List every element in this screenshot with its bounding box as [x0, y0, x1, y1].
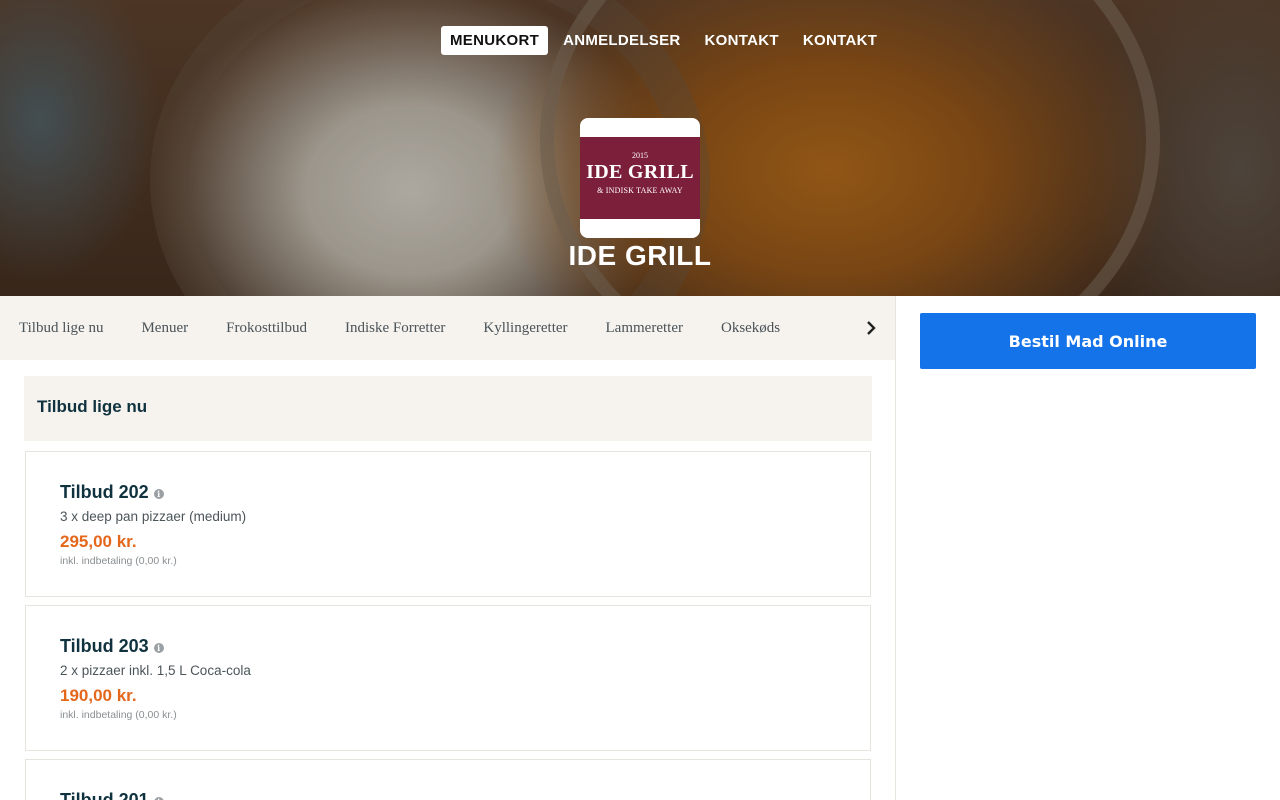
info-icon[interactable]: i	[153, 643, 164, 653]
restaurant-logo: 2015 IDE GRILL & INDISK TAKE AWAY	[580, 118, 700, 238]
nav-link-menukort[interactable]: MENUKORT	[441, 26, 549, 55]
menu-item-price: 295,00 kr.	[60, 532, 137, 551]
category-bar: Tilbud lige nu Menuer Frokosttilbud Indi…	[0, 296, 895, 360]
menu-item[interactable]: Tilbud 202 i 3 x deep pan pizzaer (mediu…	[25, 451, 871, 597]
category-lammeretter[interactable]: Lammeretter	[606, 320, 683, 337]
menu-item-description: 3 x deep pan pizzaer (medium)	[60, 509, 247, 524]
category-frokosttilbud[interactable]: Frokosttilbud	[226, 320, 307, 337]
hero-banner: MENUKORT ANMELDELSER KONTAKT KONTAKT 201…	[0, 0, 1280, 296]
menu-item-description: 2 x pizzaer inkl. 1,5 L Coca-cola	[60, 663, 251, 678]
category-tilbud[interactable]: Tilbud lige nu	[19, 320, 103, 337]
nav-link-anmeldelser[interactable]: ANMELDELSER	[554, 26, 689, 55]
logo-band: 2015 IDE GRILL & INDISK TAKE AWAY	[580, 137, 700, 219]
menu-item-deposit: inkl. indbetaling (0,00 kr.)	[60, 709, 177, 721]
info-icon[interactable]: i	[153, 489, 164, 499]
menu-item[interactable]: Tilbud 203 i 2 x pizzaer inkl. 1,5 L Coc…	[25, 605, 871, 751]
category-scroll-right-button[interactable]	[837, 296, 895, 360]
category-oksekoeds[interactable]: Oksekøds	[721, 320, 780, 337]
chevron-right-icon	[867, 321, 876, 335]
column-divider	[895, 296, 896, 800]
menu-item-price: 190,00 kr.	[60, 686, 137, 705]
nav-link-kontakt[interactable]: KONTAKT	[696, 26, 788, 55]
category-menuer[interactable]: Menuer	[141, 320, 188, 337]
logo-subtitle: & INDISK TAKE AWAY	[597, 186, 683, 195]
menu-item-name-text: Tilbud 203	[60, 636, 149, 656]
menu-item-name: Tilbud 203 i	[60, 636, 164, 657]
menu-item-name-text: Tilbud 201	[60, 790, 149, 800]
menu-item-name: Tilbud 201 i	[60, 790, 164, 800]
logo-year: 2015	[632, 151, 648, 160]
top-nav: MENUKORT ANMELDELSER KONTAKT KONTAKT	[441, 26, 892, 55]
restaurant-title: IDE GRILL	[568, 240, 712, 271]
category-kyllingeretter[interactable]: Kyllingeretter	[483, 320, 567, 337]
menu-item-deposit: inkl. indbetaling (0,00 kr.)	[60, 555, 177, 567]
menu-item-name-text: Tilbud 202	[60, 482, 149, 502]
section-header: Tilbud lige nu	[24, 376, 872, 441]
nav-link-kontakt-2[interactable]: KONTAKT	[794, 26, 886, 55]
category-indiske-forretter[interactable]: Indiske Forretter	[345, 320, 445, 337]
menu-item-name: Tilbud 202 i	[60, 482, 164, 503]
order-online-button[interactable]: Bestil Mad Online	[920, 313, 1256, 369]
section-title: Tilbud lige nu	[37, 397, 148, 416]
menu-item[interactable]: Tilbud 201 i	[25, 759, 871, 800]
logo-name: IDE GRILL	[586, 161, 694, 183]
